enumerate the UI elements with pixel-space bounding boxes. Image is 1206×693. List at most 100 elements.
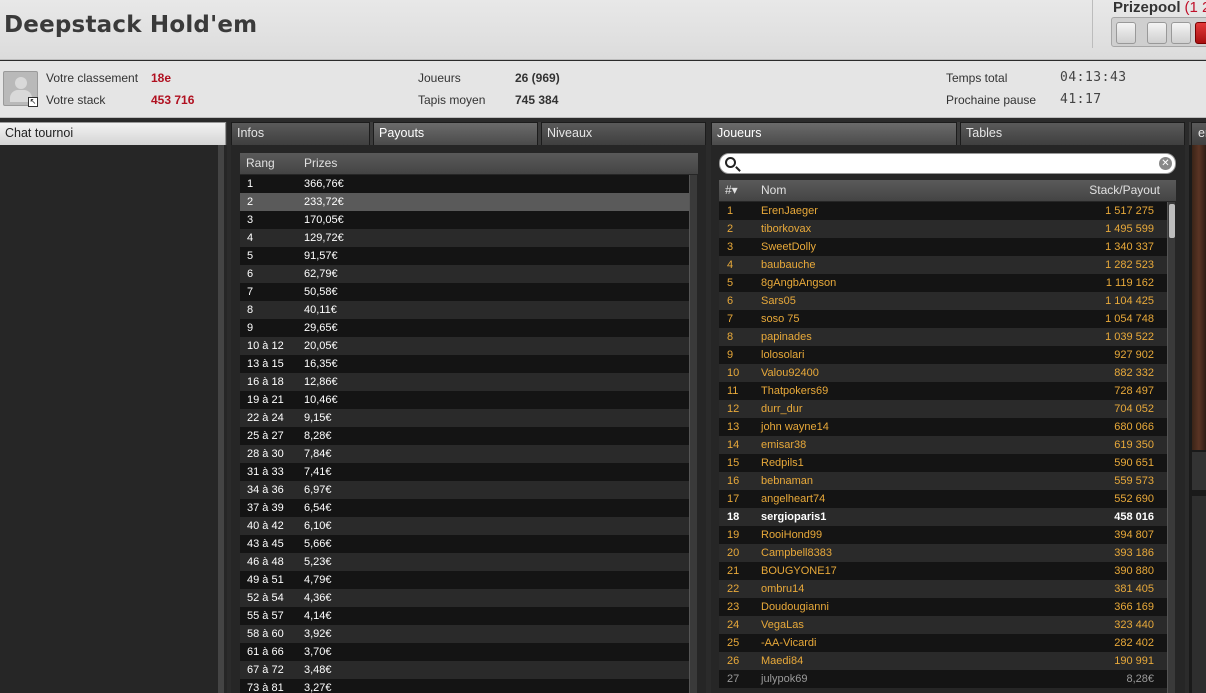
tab-chat[interactable]: Chat tournoi xyxy=(0,122,226,145)
tab-joueurs[interactable]: Joueurs xyxy=(711,122,957,145)
table-row[interactable]: 18 sergioparis1 458 016 xyxy=(719,508,1167,526)
table-row[interactable]: 25 à 27 8,28€ xyxy=(240,427,689,445)
table-row[interactable]: 46 à 48 5,23€ xyxy=(240,553,689,571)
table-row[interactable]: 16 à 18 12,86€ xyxy=(240,373,689,391)
player-name: Redpils1 xyxy=(761,457,804,469)
col-rank[interactable]: Rang xyxy=(246,156,275,170)
table-row[interactable]: 10 Valou92400 882 332 xyxy=(719,364,1167,382)
player-stack: 381 405 xyxy=(1114,583,1154,595)
window-button[interactable] xyxy=(1116,22,1136,44)
search-input[interactable] xyxy=(744,156,1154,172)
players-scrollbar[interactable] xyxy=(1167,202,1175,693)
payout-rank: 22 à 24 xyxy=(247,412,284,424)
table-row[interactable]: 22 ombru14 381 405 xyxy=(719,580,1167,598)
table-row[interactable]: 52 à 54 4,36€ xyxy=(240,589,689,607)
table-row[interactable]: 28 à 30 7,84€ xyxy=(240,445,689,463)
tab-payouts[interactable]: Payouts xyxy=(373,122,538,145)
players-scroll-thumb[interactable] xyxy=(1169,204,1175,238)
player-name: ombru14 xyxy=(761,583,805,595)
payout-rank: 43 à 45 xyxy=(247,538,284,550)
table-row[interactable]: 27 julypok69 8,28€ xyxy=(719,670,1167,688)
player-rank: 22 xyxy=(727,583,740,595)
player-stack: 619 350 xyxy=(1114,439,1154,451)
tab-tables[interactable]: Tables xyxy=(960,122,1185,145)
col-prizes[interactable]: Prizes xyxy=(304,156,337,170)
tab-niveaux[interactable]: Niveaux xyxy=(541,122,706,145)
table-row[interactable]: 67 à 72 3,48€ xyxy=(240,661,689,679)
col-stack-payout[interactable]: Stack/Payout xyxy=(1089,183,1160,197)
table-row[interactable]: 11 Thatpokers69 728 497 xyxy=(719,382,1167,400)
table-row[interactable]: 2 tiborkovax 1 495 599 xyxy=(719,220,1167,238)
table-row[interactable]: 4 129,72€ xyxy=(240,229,689,247)
table-row[interactable]: 2 233,72€ xyxy=(240,193,689,211)
table-row[interactable]: 19 à 21 10,46€ xyxy=(240,391,689,409)
table-row[interactable]: 40 à 42 6,10€ xyxy=(240,517,689,535)
table-row[interactable]: 58 à 60 3,92€ xyxy=(240,625,689,643)
table-row[interactable]: 37 à 39 6,54€ xyxy=(240,499,689,517)
table-row[interactable]: 25 -AA-Vicardi 282 402 xyxy=(719,634,1167,652)
table-row[interactable]: 5 91,57€ xyxy=(240,247,689,265)
window-button[interactable] xyxy=(1147,22,1167,44)
table-row[interactable]: 1 ErenJaeger 1 517 275 xyxy=(719,202,1167,220)
table-row[interactable]: 15 Redpils1 590 651 xyxy=(719,454,1167,472)
table-row[interactable]: 23 Doudougianni 366 169 xyxy=(719,598,1167,616)
table-row[interactable]: 22 à 24 9,15€ xyxy=(240,409,689,427)
table-row[interactable]: 1 366,76€ xyxy=(240,175,689,193)
table-row[interactable]: 8 papinades 1 039 522 xyxy=(719,328,1167,346)
table-row[interactable]: 24 VegaLas 323 440 xyxy=(719,616,1167,634)
payout-prize: 16,35€ xyxy=(304,358,338,370)
table-row[interactable]: 14 emisar38 619 350 xyxy=(719,436,1167,454)
table-row[interactable]: 9 29,65€ xyxy=(240,319,689,337)
table-row[interactable]: 21 BOUGYONE17 390 880 xyxy=(719,562,1167,580)
table-row[interactable]: 16 bebnaman 559 573 xyxy=(719,472,1167,490)
col-name[interactable]: Nom xyxy=(761,183,786,197)
table-row[interactable]: 8 40,11€ xyxy=(240,301,689,319)
table-row[interactable]: 73 à 81 3,27€ xyxy=(240,679,689,693)
chat-scrollbar[interactable] xyxy=(218,145,224,693)
player-rank: 14 xyxy=(727,439,740,451)
table-row[interactable]: 13 à 15 16,35€ xyxy=(240,355,689,373)
table-row[interactable]: 3 SweetDolly 1 340 337 xyxy=(719,238,1167,256)
table-row[interactable]: 17 angelheart74 552 690 xyxy=(719,490,1167,508)
col-number[interactable]: #▾ xyxy=(725,183,738,197)
payout-prize: 6,54€ xyxy=(304,502,332,514)
table-row[interactable]: 6 62,79€ xyxy=(240,265,689,283)
table-row[interactable]: 10 à 12 20,05€ xyxy=(240,337,689,355)
table-row[interactable]: 4 baubauche 1 282 523 xyxy=(719,256,1167,274)
table-row[interactable]: 49 à 51 4,79€ xyxy=(240,571,689,589)
table-row[interactable]: 61 à 66 3,70€ xyxy=(240,643,689,661)
payout-prize: 366,76€ xyxy=(304,178,344,190)
window-button[interactable] xyxy=(1171,22,1191,44)
table-row[interactable]: 19 RooiHond99 394 807 xyxy=(719,526,1167,544)
player-name: john wayne14 xyxy=(761,421,829,433)
tab-infos[interactable]: Infos xyxy=(231,122,370,145)
table-preview-image[interactable] xyxy=(1192,145,1206,450)
payout-rank: 55 à 57 xyxy=(247,610,284,622)
table-row[interactable]: 43 à 45 5,66€ xyxy=(240,535,689,553)
table-row[interactable]: 5 8gAngbAngson 1 119 162 xyxy=(719,274,1167,292)
table-row[interactable]: 34 à 36 6,97€ xyxy=(240,481,689,499)
prizepool-value: (1 2 xyxy=(1184,0,1206,16)
table-row[interactable]: 12 durr_dur 704 052 xyxy=(719,400,1167,418)
table-row[interactable]: 26 Maedi84 190 991 xyxy=(719,652,1167,670)
table-row[interactable]: 7 soso 75 1 054 748 xyxy=(719,310,1167,328)
payout-rank: 16 à 18 xyxy=(247,376,284,388)
table-row[interactable]: 31 à 33 7,41€ xyxy=(240,463,689,481)
payout-prize: 6,97€ xyxy=(304,484,332,496)
payouts-scrollbar[interactable] xyxy=(689,175,697,693)
player-stack: 927 902 xyxy=(1114,349,1154,361)
expand-icon[interactable]: ↖ xyxy=(28,97,38,107)
table-row[interactable]: 6 Sars05 1 104 425 xyxy=(719,292,1167,310)
table-row[interactable]: 20 Campbell8383 393 186 xyxy=(719,544,1167,562)
table-row[interactable]: 9 lolosolari 927 902 xyxy=(719,346,1167,364)
table-row[interactable]: 7 50,58€ xyxy=(240,283,689,301)
tab-side[interactable]: er xyxy=(1191,122,1206,145)
close-window-button[interactable] xyxy=(1195,22,1206,44)
table-row[interactable]: 13 john wayne14 680 066 xyxy=(719,418,1167,436)
table-row[interactable]: 55 à 57 4,14€ xyxy=(240,607,689,625)
table-row[interactable]: 3 170,05€ xyxy=(240,211,689,229)
player-rank: 7 xyxy=(727,313,734,325)
stats-bar: ↖ Votre classement 18e Votre stack 453 7… xyxy=(0,61,1206,118)
clear-icon[interactable]: ✕ xyxy=(1159,157,1172,170)
player-rank: 8 xyxy=(727,331,734,343)
